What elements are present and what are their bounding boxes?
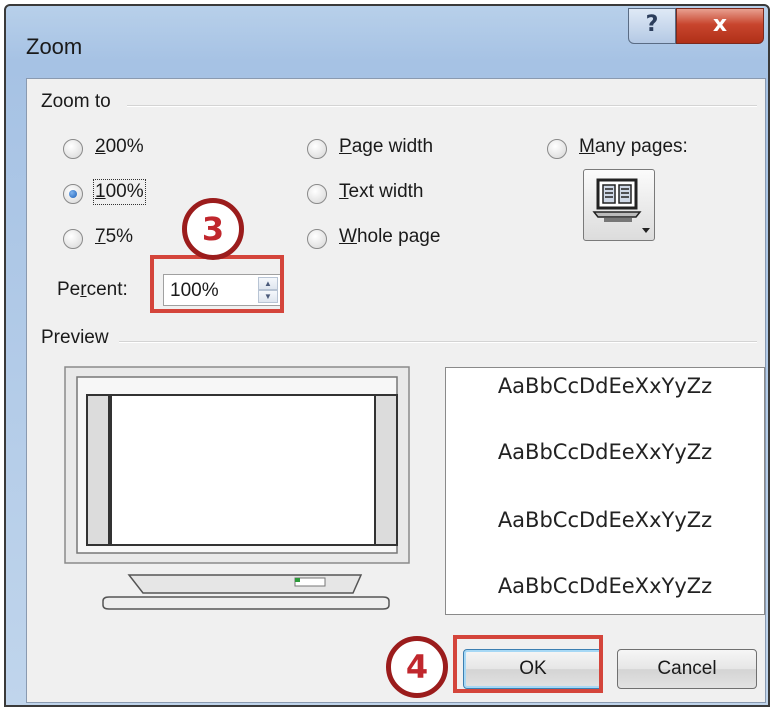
font-sample-box: AaBbCcDdEeXxYyZz AaBbCcDdEeXxYyZz AaBbCc… (445, 367, 765, 615)
dialog-title: Zoom (26, 34, 83, 59)
radio-whole-page-label[interactable]: Whole page (339, 226, 440, 248)
cancel-button[interactable]: Cancel (617, 649, 757, 689)
radio-whole-page[interactable] (307, 229, 327, 249)
sample-text: AaBbCcDdEeXxYyZz (497, 508, 713, 532)
group-divider (127, 105, 757, 107)
radio-page-width-label[interactable]: Page width (339, 136, 433, 158)
step4-badge: 4 (386, 636, 448, 698)
group-divider (119, 341, 757, 343)
sample-text: AaBbCcDdEeXxYyZz (497, 574, 713, 598)
preview-group-label: Preview (41, 327, 109, 348)
radio-many-pages[interactable] (547, 139, 567, 159)
dialog-body: Zoom to 200% 100% 75% Page width Text wi… (26, 78, 766, 703)
radio-75[interactable] (63, 229, 83, 249)
radio-200[interactable] (63, 139, 83, 159)
radio-many-pages-label[interactable]: Many pages: (579, 136, 688, 158)
close-button[interactable]: x (676, 8, 764, 44)
zoom-dialog: Zoom ? x Zoom to 200% 100% 75% Page widt… (4, 4, 770, 707)
radio-text-width[interactable] (307, 184, 327, 204)
radio-100-label[interactable]: 100% (93, 179, 146, 205)
sample-text: AaBbCcDdEeXxYyZz (497, 374, 713, 398)
sample-text: AaBbCcDdEeXxYyZz (497, 440, 713, 464)
step4-highlight (453, 635, 603, 693)
zoom-to-group-label: Zoom to (41, 91, 111, 112)
monitor-pages-icon (592, 178, 650, 233)
radio-page-width[interactable] (307, 139, 327, 159)
step3-highlight (150, 255, 284, 313)
radio-100[interactable] (63, 184, 83, 204)
radio-75-label[interactable]: 75% (95, 226, 133, 248)
percent-label: Percent: (57, 279, 128, 300)
radio-text-width-label[interactable]: Text width (339, 181, 423, 203)
radio-200-label[interactable]: 200% (95, 136, 144, 158)
monitor-preview-icon (64, 366, 410, 610)
step3-badge: 3 (182, 198, 244, 260)
close-icon: x (712, 12, 728, 37)
many-pages-button[interactable] (583, 169, 655, 241)
help-button[interactable]: ? (628, 8, 676, 44)
